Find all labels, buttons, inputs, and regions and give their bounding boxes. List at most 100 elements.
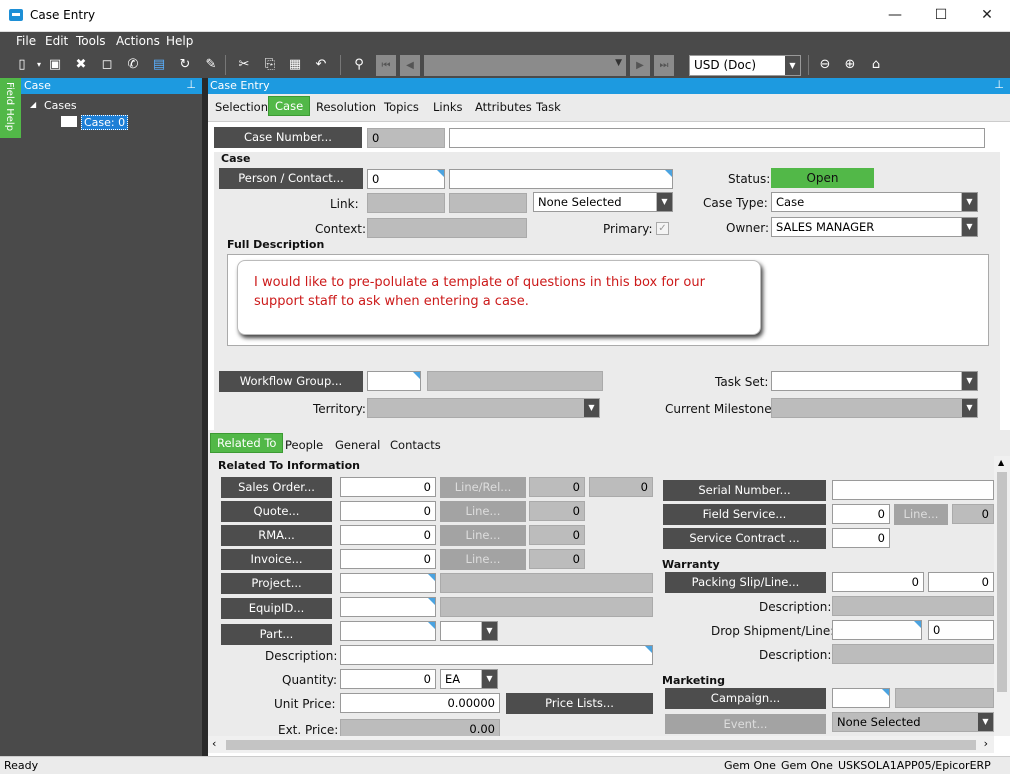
scroll-right-icon[interactable]: ›	[984, 737, 988, 750]
invoice-line-field[interactable]: 0	[529, 549, 585, 569]
drop-shipment-field[interactable]	[832, 620, 922, 640]
rma-line-field[interactable]: 0	[529, 525, 585, 545]
delete-icon[interactable]: ✖	[72, 56, 90, 74]
tab-attributes[interactable]: Attributes	[475, 100, 532, 114]
quote-button[interactable]: Quote...	[221, 501, 332, 522]
next-record-icon[interactable]: ▶	[630, 55, 650, 76]
tree-root-label[interactable]: Cases	[44, 99, 77, 112]
menu-file[interactable]: File	[16, 34, 36, 48]
currency-select[interactable]: USD (Doc) ▼	[689, 55, 801, 76]
person-field[interactable]: 0	[367, 169, 445, 189]
project-field[interactable]	[340, 573, 436, 593]
field-service-line-button[interactable]: Line...	[894, 504, 948, 525]
unit-price-field[interactable]: 0.00000	[340, 693, 500, 713]
phone-icon[interactable]: ✆	[124, 56, 142, 74]
home-icon[interactable]: ⌂	[867, 56, 885, 74]
primary-checkbox[interactable]: ✓	[656, 222, 669, 235]
packing-slip-button[interactable]: Packing Slip/Line...	[665, 572, 826, 593]
outlook-icon[interactable]: ▤	[150, 56, 168, 74]
first-record-icon[interactable]: ⏮	[376, 55, 396, 76]
close-button[interactable]: ✕	[964, 0, 1010, 32]
uom-select[interactable]: EA ▼	[440, 669, 498, 689]
tab-related-to[interactable]: Related To	[210, 433, 284, 453]
minimize-button[interactable]: —	[872, 0, 918, 32]
rma-button[interactable]: RMA...	[221, 525, 332, 546]
copy-icon[interactable]: ⎘	[261, 56, 279, 74]
rma-field[interactable]: 0	[340, 525, 436, 545]
sales-order-button[interactable]: Sales Order...	[221, 477, 332, 498]
equip-id-field[interactable]	[340, 597, 436, 617]
menu-help[interactable]: Help	[166, 34, 193, 48]
quote-line-field[interactable]: 0	[529, 501, 585, 521]
tab-case[interactable]: Case	[268, 96, 311, 116]
rma-line-button[interactable]: Line...	[440, 525, 526, 546]
context-field[interactable]	[367, 218, 527, 238]
person-name-field[interactable]	[449, 169, 673, 189]
tab-task[interactable]: Task	[536, 100, 561, 114]
territory-select[interactable]: ▼	[367, 398, 600, 418]
last-record-icon[interactable]: ⏭	[654, 55, 674, 76]
link-field-b[interactable]	[449, 193, 527, 213]
record-select[interactable]: ▼	[424, 55, 626, 76]
description-field[interactable]	[340, 645, 653, 665]
horizontal-scrollbar[interactable]: ‹ ›	[208, 736, 994, 753]
pin-icon[interactable]: ⊥	[186, 78, 196, 91]
task-set-select[interactable]: ▼	[771, 371, 978, 391]
menu-actions[interactable]: Actions	[116, 34, 160, 48]
new-icon[interactable]: ▯	[13, 56, 31, 74]
binoculars-icon[interactable]: ⚲	[350, 56, 368, 74]
project-button[interactable]: Project...	[221, 573, 332, 594]
menu-tools[interactable]: Tools	[76, 34, 106, 48]
part-rev-select[interactable]: ▼	[440, 621, 498, 641]
case-number-button[interactable]: Case Number...	[214, 127, 362, 148]
workflow-group-field[interactable]	[367, 371, 421, 391]
serial-number-button[interactable]: Serial Number...	[663, 480, 826, 501]
vertical-scrollbar[interactable]: ▲	[994, 456, 1010, 736]
part-field[interactable]	[340, 621, 436, 641]
line-field[interactable]: 0	[529, 477, 585, 497]
equip-id-button[interactable]: EquipID...	[221, 598, 332, 619]
field-help-tab[interactable]: Field Help	[0, 78, 21, 138]
maximize-button[interactable]: ☐	[918, 0, 964, 32]
horizontal-scroll-thumb[interactable]	[226, 740, 976, 750]
tab-general[interactable]: General	[335, 438, 380, 452]
collapse-icon[interactable]: ◢	[30, 100, 36, 109]
link-field-a[interactable]	[367, 193, 445, 213]
tab-topics[interactable]: Topics	[384, 100, 419, 114]
current-milestone-select[interactable]: ▼	[771, 398, 978, 418]
tab-links[interactable]: Links	[433, 100, 463, 114]
event-select[interactable]: None Selected ▼	[832, 712, 994, 732]
campaign-field[interactable]	[832, 688, 890, 708]
person-contact-button[interactable]: Person / Contact...	[219, 168, 363, 189]
service-contract-field[interactable]: 0	[832, 528, 890, 548]
campaign-button[interactable]: Campaign...	[665, 688, 826, 709]
clear-icon[interactable]: ◻	[98, 56, 116, 74]
tab-contacts[interactable]: Contacts	[390, 438, 441, 452]
vertical-scroll-thumb[interactable]	[997, 472, 1007, 692]
forward-icon[interactable]: ⊕	[841, 56, 859, 74]
serial-number-field[interactable]	[832, 480, 994, 500]
tab-selection[interactable]: Selection	[215, 100, 268, 114]
price-lists-button[interactable]: Price Lists...	[506, 693, 653, 714]
service-contract-button[interactable]: Service Contract ...	[663, 528, 826, 549]
case-type-select[interactable]: Case ▼	[771, 192, 978, 212]
case-description-field[interactable]	[449, 128, 985, 148]
packing-slip-field[interactable]: 0	[832, 572, 924, 592]
invoice-button[interactable]: Invoice...	[221, 549, 332, 570]
part-button[interactable]: Part...	[221, 624, 332, 645]
back-icon[interactable]: ⊖	[816, 56, 834, 74]
scroll-left-icon[interactable]: ‹	[212, 737, 216, 750]
workflow-group-button[interactable]: Workflow Group...	[219, 371, 363, 392]
line-rel-button[interactable]: Line/Rel...	[440, 477, 526, 498]
invoice-line-button[interactable]: Line...	[440, 549, 526, 570]
prev-record-icon[interactable]: ◀	[400, 55, 420, 76]
field-service-field[interactable]: 0	[832, 504, 890, 524]
field-service-button[interactable]: Field Service...	[663, 504, 826, 525]
field-service-line-field[interactable]: 0	[952, 504, 994, 524]
rel-field[interactable]: 0	[589, 477, 653, 497]
cut-icon[interactable]: ✂	[235, 56, 253, 74]
brush-icon[interactable]: ✎	[202, 56, 220, 74]
scroll-up-icon[interactable]: ▲	[998, 458, 1004, 467]
tab-people[interactable]: People	[285, 438, 323, 452]
tree-item-case[interactable]: Case: 0	[81, 115, 129, 130]
